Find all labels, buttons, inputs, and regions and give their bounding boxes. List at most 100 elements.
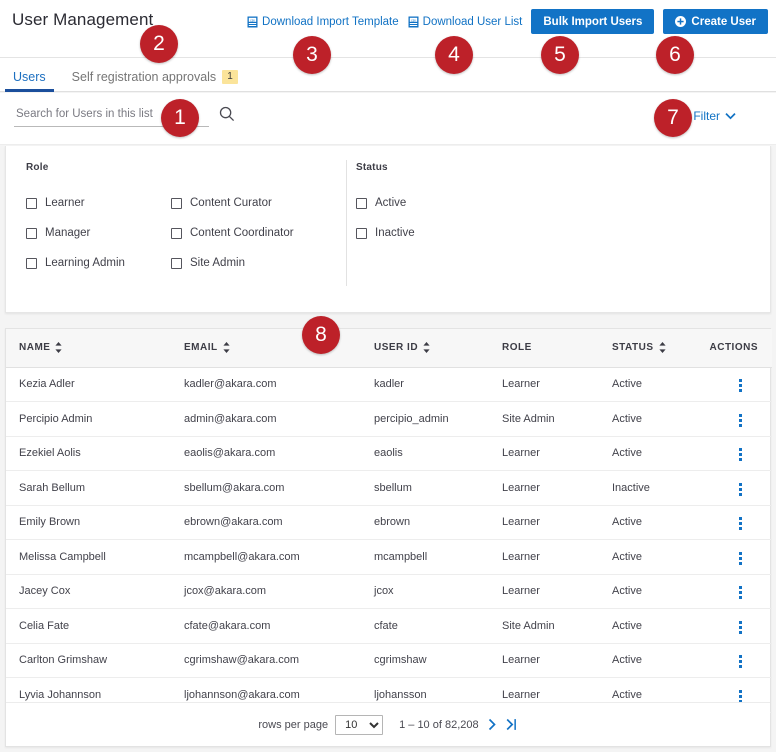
filter-divider [346, 160, 347, 286]
table-row[interactable]: Kezia Adlerkadler@akara.comkadlerLearner… [6, 367, 772, 402]
cell-name: Emily Brown [6, 505, 171, 540]
cell-role: Learner [489, 367, 599, 402]
user-management-page: User Management csv Download Import Temp… [0, 0, 776, 752]
cell-name: Celia Fate [6, 609, 171, 644]
table-row[interactable]: Celia Fatecfate@akara.comcfateSite Admin… [6, 609, 772, 644]
filter-option-learning-admin[interactable]: Learning Admin [26, 257, 171, 269]
checkbox-icon[interactable] [356, 228, 367, 239]
checkbox-icon[interactable] [26, 258, 37, 269]
kebab-menu-icon[interactable] [731, 411, 750, 430]
cell-role: Learner [489, 505, 599, 540]
filter-option-site-admin[interactable]: Site Admin [171, 257, 331, 269]
csv-file-icon: csv [408, 16, 419, 28]
rows-per-page-group: rows per page 102550100 [258, 715, 383, 735]
table-row[interactable]: Melissa Campbellmcampbell@akara.commcamp… [6, 540, 772, 575]
search-container [14, 105, 235, 127]
callout-badge-1: 1 [161, 99, 199, 137]
table-row[interactable]: Ezekiel Aoliseaolis@akara.comeaolisLearn… [6, 436, 772, 471]
kebab-menu-icon[interactable] [731, 618, 750, 637]
cell-name: Melissa Campbell [6, 540, 171, 575]
column-header-label: USER ID [374, 342, 418, 353]
download-user-list-link[interactable]: csv Download User List [408, 16, 523, 28]
cell-email: admin@akara.com [171, 402, 361, 437]
rows-per-page-label: rows per page [258, 719, 328, 731]
cell-actions [709, 574, 772, 609]
column-header-name[interactable]: NAME [6, 329, 171, 367]
sort-arrows-icon[interactable] [223, 342, 230, 353]
csv-file-icon: csv [247, 16, 258, 28]
column-header-role: ROLE [489, 329, 599, 367]
filter-option-learner[interactable]: Learner [26, 197, 171, 209]
filter-option-label: Content Curator [190, 197, 272, 209]
callout-badge-5: 5 [541, 36, 579, 74]
filter-option-content-curator[interactable]: Content Curator [171, 197, 331, 209]
cell-email: eaolis@akara.com [171, 436, 361, 471]
filter-status-options: Active Inactive [356, 197, 556, 239]
users-table-body: Kezia Adlerkadler@akara.comkadlerLearner… [6, 367, 772, 712]
table-row[interactable]: Jacey Coxjcox@akara.comjcoxLearnerActive [6, 574, 772, 609]
table-row[interactable]: Sarah Bellumsbellum@akara.comsbellumLear… [6, 471, 772, 506]
kebab-menu-icon[interactable] [731, 549, 750, 568]
cell-name: Carlton Grimshaw [6, 643, 171, 678]
filter-option-inactive[interactable]: Inactive [356, 227, 516, 239]
checkbox-icon[interactable] [171, 198, 182, 209]
bulk-import-users-button[interactable]: Bulk Import Users [531, 9, 654, 34]
cell-role: Site Admin [489, 609, 599, 644]
kebab-menu-icon[interactable] [731, 376, 750, 395]
tab-users[interactable]: Users [0, 70, 59, 91]
cell-actions [709, 540, 772, 575]
next-page-button[interactable] [486, 718, 498, 731]
cell-status: Active [599, 505, 709, 540]
filter-toggle[interactable]: Filter [693, 109, 736, 123]
download-user-list-label: Download User List [423, 16, 523, 28]
kebab-menu-icon[interactable] [731, 480, 750, 499]
rows-per-page-select[interactable]: 102550100 [335, 715, 383, 735]
table-row[interactable]: Percipio Adminadmin@akara.compercipio_ad… [6, 402, 772, 437]
checkbox-icon[interactable] [171, 228, 182, 239]
cell-status: Active [599, 367, 709, 402]
filter-option-manager[interactable]: Manager [26, 227, 171, 239]
kebab-menu-icon[interactable] [731, 514, 750, 533]
download-import-template-link[interactable]: csv Download Import Template [247, 16, 399, 28]
cell-role: Learner [489, 643, 599, 678]
checkbox-icon[interactable] [26, 198, 37, 209]
page-range-group: 1 – 10 of 82,208 [399, 718, 518, 731]
filter-option-label: Learner [45, 197, 85, 209]
cell-status: Active [599, 643, 709, 678]
checkbox-icon[interactable] [171, 258, 182, 269]
column-header-status[interactable]: STATUS [599, 329, 709, 367]
callout-badge-2: 2 [140, 25, 178, 63]
table-row[interactable]: Emily Brownebrown@akara.comebrownLearner… [6, 505, 772, 540]
callout-badge-4: 4 [435, 36, 473, 74]
table-row[interactable]: Carlton Grimshawcgrimshaw@akara.comcgrim… [6, 643, 772, 678]
kebab-menu-icon[interactable] [731, 445, 750, 464]
tab-self-registration-approvals[interactable]: Self registration approvals 1 [59, 70, 251, 91]
cell-email: cfate@akara.com [171, 609, 361, 644]
filter-option-label: Manager [45, 227, 90, 239]
checkbox-icon[interactable] [356, 198, 367, 209]
filter-option-active[interactable]: Active [356, 197, 516, 209]
column-header-label: ACTIONS [710, 342, 759, 353]
checkbox-icon[interactable] [26, 228, 37, 239]
cell-status: Active [599, 540, 709, 575]
cell-user-id: mcampbell [361, 540, 489, 575]
cell-name: Jacey Cox [6, 574, 171, 609]
download-import-template-label: Download Import Template [262, 16, 399, 28]
last-page-button[interactable] [505, 718, 518, 731]
sort-arrows-icon[interactable] [659, 342, 666, 353]
search-icon[interactable] [219, 106, 235, 127]
svg-text:csv: csv [250, 18, 255, 22]
cell-role: Learner [489, 574, 599, 609]
filter-option-content-coordinator[interactable]: Content Coordinator [171, 227, 331, 239]
cell-email: mcampbell@akara.com [171, 540, 361, 575]
column-header-label: STATUS [612, 342, 654, 353]
cell-actions [709, 643, 772, 678]
create-user-button[interactable]: Create User [663, 9, 768, 34]
cell-user-id: kadler [361, 367, 489, 402]
kebab-menu-icon[interactable] [731, 583, 750, 602]
kebab-menu-icon[interactable] [731, 652, 750, 671]
cell-user-id: eaolis [361, 436, 489, 471]
sort-arrows-icon[interactable] [55, 342, 62, 353]
column-header-user-id[interactable]: USER ID [361, 329, 489, 367]
sort-arrows-icon[interactable] [423, 342, 430, 353]
